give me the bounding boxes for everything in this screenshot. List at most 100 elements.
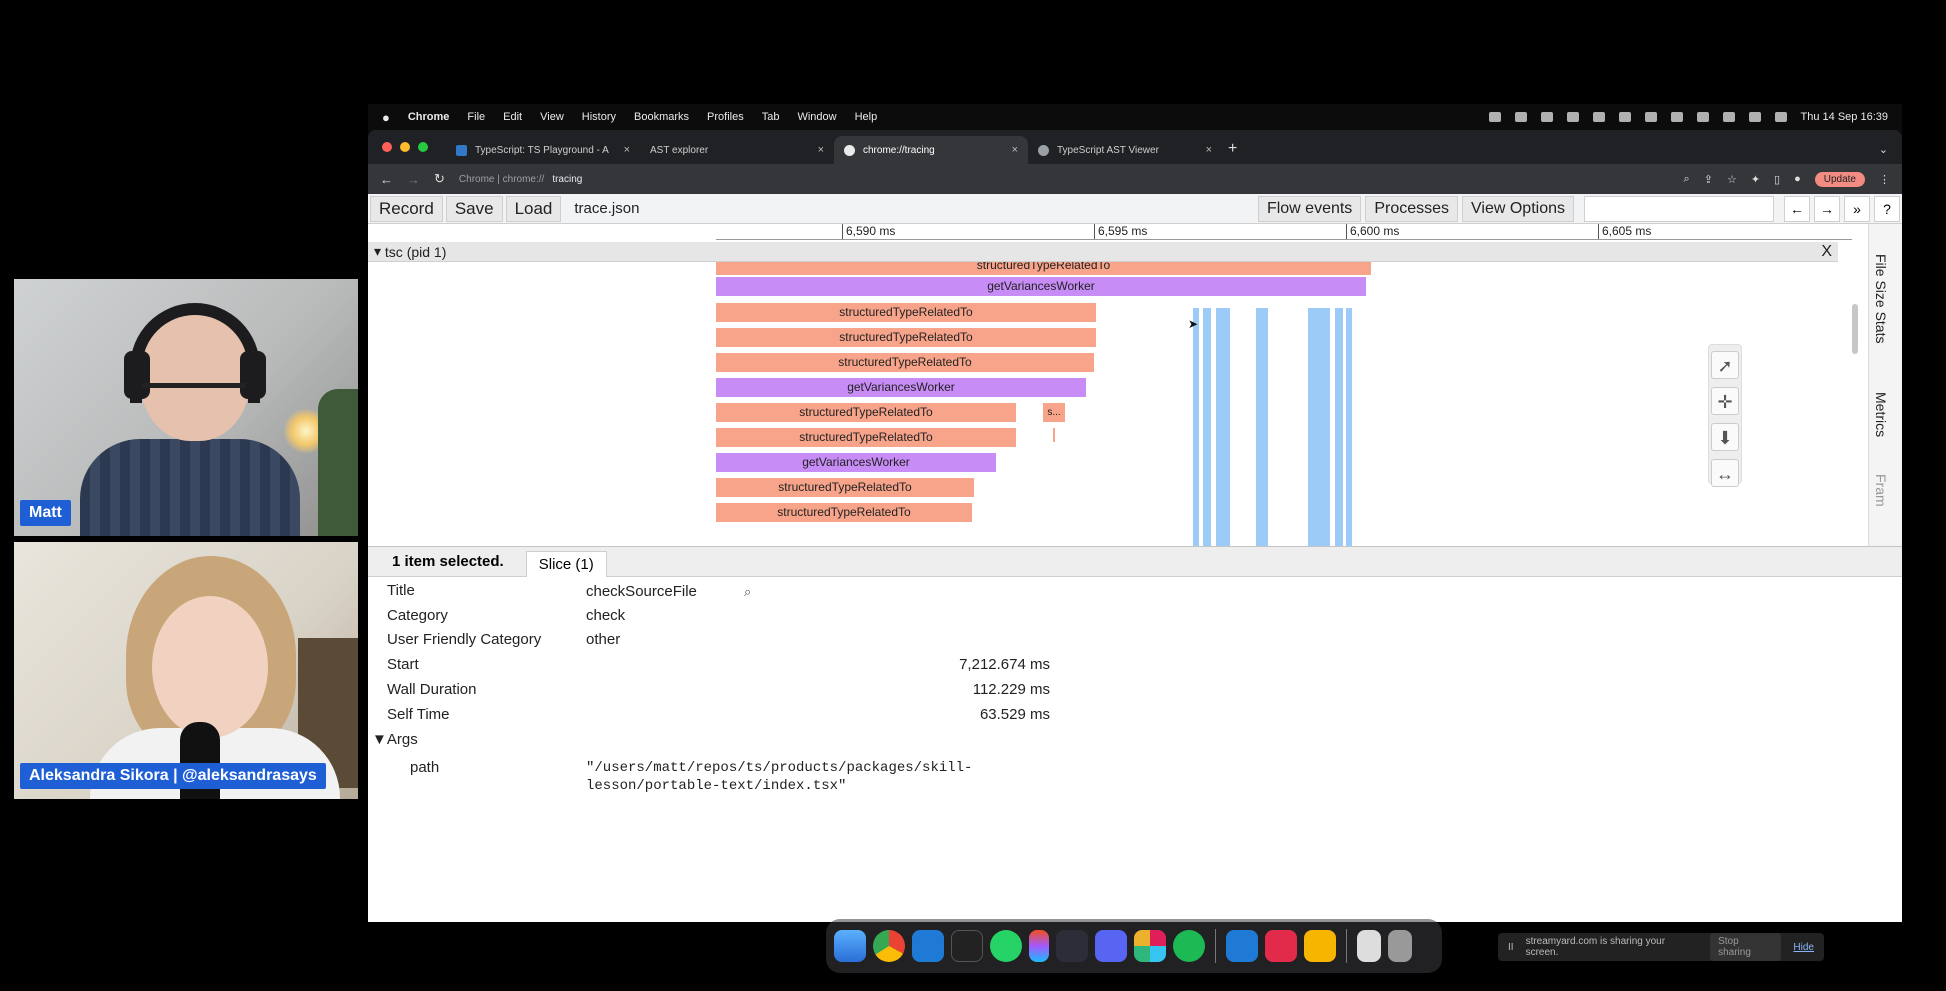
menu-window[interactable]: Window bbox=[797, 111, 836, 123]
menu-edit[interactable]: Edit bbox=[503, 111, 522, 123]
tab-chrome-tracing[interactable]: chrome://tracing × bbox=[834, 136, 1028, 164]
menu-history[interactable]: History bbox=[582, 111, 616, 123]
menu-bookmarks[interactable]: Bookmarks bbox=[634, 111, 689, 123]
tab-search-chevron-icon[interactable]: ⌄ bbox=[1879, 143, 1888, 156]
load-button[interactable]: Load bbox=[505, 195, 562, 222]
share-icon[interactable]: ⇪ bbox=[1704, 173, 1713, 186]
search-icon[interactable] bbox=[1748, 112, 1761, 122]
volume-icon[interactable] bbox=[1670, 112, 1683, 122]
trace-slice[interactable]: structuredTypeRelatedTo bbox=[716, 403, 1016, 422]
zoom-icon[interactable]: ⌕ bbox=[1684, 173, 1690, 186]
timing-mode-icon[interactable]: ↔ bbox=[1711, 459, 1739, 487]
next-result-button[interactable]: → bbox=[1814, 195, 1840, 222]
trace-slice[interactable]: structuredTypeRelatedTo bbox=[716, 262, 1371, 275]
zoom-window-button[interactable] bbox=[418, 142, 428, 152]
status-icon[interactable] bbox=[1566, 112, 1579, 122]
tab-ts-playground[interactable]: TypeScript: TS Playground - A × bbox=[446, 136, 640, 164]
tab-ts-ast-viewer[interactable]: TypeScript AST Viewer × bbox=[1028, 136, 1222, 164]
hide-button[interactable]: Hide bbox=[1793, 942, 1814, 953]
trace-slice[interactable]: structuredTypeRelatedTo bbox=[716, 503, 972, 522]
trace-slice[interactable]: getVariancesWorker bbox=[716, 277, 1366, 296]
menu-view[interactable]: View bbox=[540, 111, 564, 123]
pan-mode-icon[interactable]: ✛ bbox=[1711, 387, 1739, 415]
side-tab-metrics[interactable]: Metrics bbox=[1873, 392, 1889, 437]
wifi-icon[interactable] bbox=[1722, 112, 1735, 122]
vscode-icon[interactable] bbox=[1226, 930, 1258, 962]
close-icon[interactable]: × bbox=[1206, 144, 1212, 156]
bookmark-star-icon[interactable]: ☆ bbox=[1727, 173, 1737, 186]
control-center-icon[interactable] bbox=[1774, 112, 1787, 122]
trace-slice[interactable]: s... bbox=[1043, 403, 1065, 422]
battery-icon[interactable] bbox=[1696, 112, 1709, 122]
side-tab-file-size-stats[interactable]: File Size Stats bbox=[1873, 254, 1889, 343]
timeline-scrollbar[interactable] bbox=[1852, 304, 1858, 354]
document-icon[interactable] bbox=[1357, 930, 1381, 962]
record-button[interactable]: Record bbox=[370, 195, 443, 222]
extensions-icon[interactable]: ✦ bbox=[1751, 173, 1760, 186]
status-icon[interactable] bbox=[1644, 112, 1657, 122]
trace-slice[interactable] bbox=[1053, 428, 1055, 442]
menu-app-name[interactable]: Chrome bbox=[408, 111, 450, 123]
prev-result-button[interactable]: ← bbox=[1784, 195, 1810, 222]
trace-slice-blue[interactable] bbox=[1216, 308, 1230, 546]
profile-avatar-icon[interactable]: ● bbox=[1794, 173, 1801, 185]
update-button[interactable]: Update bbox=[1814, 171, 1865, 187]
trace-slice[interactable]: structuredTypeRelatedTo bbox=[716, 478, 974, 497]
trace-slice[interactable]: structuredTypeRelatedTo bbox=[716, 428, 1016, 447]
vscode-icon[interactable] bbox=[912, 930, 944, 962]
args-toggle[interactable]: ▼Args bbox=[372, 731, 418, 748]
trace-slice-blue[interactable] bbox=[1193, 308, 1199, 546]
stop-sharing-button[interactable]: Stop sharing bbox=[1710, 933, 1782, 961]
chrome-icon[interactable] bbox=[873, 930, 905, 962]
expand-button[interactable]: » bbox=[1844, 195, 1870, 222]
zoom-mode-icon[interactable]: ⬇ bbox=[1711, 423, 1739, 451]
side-tab-frame[interactable]: Fram bbox=[1873, 474, 1889, 507]
sidebar-icon[interactable]: ▯ bbox=[1774, 173, 1780, 186]
status-icon[interactable] bbox=[1488, 112, 1501, 122]
status-icon[interactable] bbox=[1592, 112, 1605, 122]
help-button[interactable]: ? bbox=[1874, 195, 1900, 222]
menu-tab[interactable]: Tab bbox=[762, 111, 780, 123]
search-input[interactable] bbox=[1584, 195, 1774, 222]
new-tab-button[interactable]: + bbox=[1228, 140, 1237, 158]
processes-button[interactable]: Processes bbox=[1365, 195, 1459, 222]
close-icon[interactable]: × bbox=[624, 144, 630, 156]
address-bar[interactable]: Chrome | chrome:// tracing bbox=[459, 174, 582, 185]
collapse-triangle-icon[interactable]: ▾ bbox=[374, 243, 385, 260]
view-options-button[interactable]: View Options bbox=[1462, 195, 1574, 222]
whatsapp-icon[interactable] bbox=[990, 930, 1022, 962]
trace-slice-blue[interactable] bbox=[1335, 308, 1343, 546]
trace-slice[interactable]: structuredTypeRelatedTo bbox=[716, 303, 1096, 322]
reload-icon[interactable]: ↻ bbox=[434, 171, 445, 187]
back-icon[interactable]: ← bbox=[380, 172, 393, 187]
trace-slice-blue[interactable] bbox=[1203, 308, 1211, 546]
flow-events-button[interactable]: Flow events bbox=[1257, 195, 1362, 222]
trace-slice[interactable]: structuredTypeRelatedTo bbox=[716, 353, 1094, 372]
forward-icon[interactable]: → bbox=[407, 172, 420, 187]
discord-icon[interactable] bbox=[1095, 930, 1127, 962]
figma-icon[interactable] bbox=[1029, 930, 1049, 962]
trace-slice[interactable]: getVariancesWorker bbox=[716, 378, 1086, 397]
davinci-icon[interactable] bbox=[1056, 930, 1088, 962]
flame-chart[interactable]: structuredTypeRelatedTo getVariancesWork… bbox=[716, 262, 1852, 546]
streaming-app-icon[interactable] bbox=[1265, 930, 1297, 962]
trace-slice[interactable]: getVariancesWorker bbox=[716, 453, 996, 472]
apple-icon[interactable]: ● bbox=[382, 110, 390, 125]
more-menu-icon[interactable]: ⋮ bbox=[1879, 173, 1890, 186]
save-button[interactable]: Save bbox=[445, 195, 503, 222]
trace-slice-blue[interactable] bbox=[1346, 308, 1352, 546]
menu-file[interactable]: File bbox=[467, 111, 485, 123]
menubar-clock[interactable]: Thu 14 Sep 16:39 bbox=[1801, 111, 1888, 123]
close-icon[interactable]: × bbox=[1012, 144, 1018, 156]
status-icon[interactable] bbox=[1514, 112, 1527, 122]
search-icon[interactable]: ⌕ bbox=[744, 584, 751, 600]
slack-icon[interactable] bbox=[1134, 930, 1166, 962]
minimize-window-button[interactable] bbox=[400, 142, 410, 152]
menu-profiles[interactable]: Profiles bbox=[707, 111, 744, 123]
close-icon[interactable]: × bbox=[818, 144, 824, 156]
trace-slice-blue[interactable] bbox=[1308, 308, 1330, 546]
terminal-icon[interactable] bbox=[951, 930, 983, 962]
finder-icon[interactable] bbox=[834, 930, 866, 962]
status-icon[interactable] bbox=[1540, 112, 1553, 122]
menu-help[interactable]: Help bbox=[855, 111, 878, 123]
